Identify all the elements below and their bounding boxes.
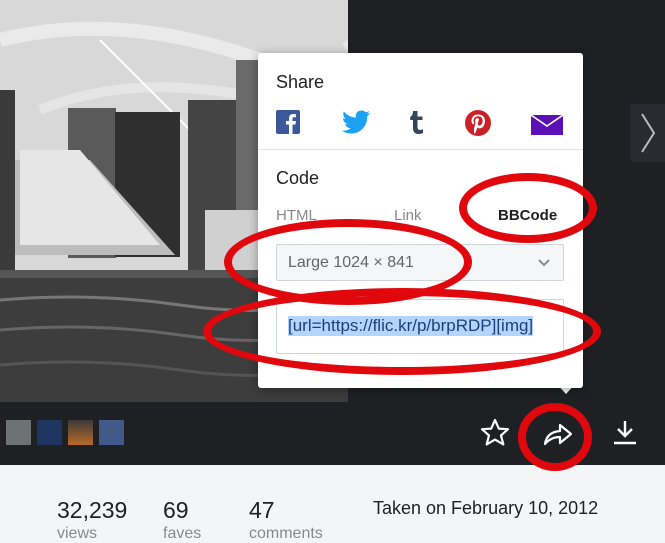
photo-stats: 32,239 views 69 faves 47 comments Taken …	[0, 465, 665, 543]
star-icon	[480, 418, 510, 446]
thumbnail[interactable]	[68, 420, 93, 445]
thumbnail[interactable]	[37, 420, 62, 445]
taken-on-date: Taken on February 10, 2012	[373, 498, 599, 518]
views-count: 32,239	[57, 497, 128, 523]
faves-count: 69	[163, 497, 189, 523]
chevron-down-icon	[538, 259, 550, 267]
next-photo-button[interactable]	[630, 104, 665, 162]
pinterest-icon	[465, 110, 491, 136]
annotation-ring-bbcode	[459, 173, 597, 243]
facebook-icon	[276, 110, 300, 134]
twitter-share-button[interactable]	[341, 109, 371, 135]
code-heading: Code	[276, 168, 320, 188]
email-icon	[530, 114, 564, 135]
pinterest-share-button[interactable]	[464, 109, 492, 136]
views-label: views	[57, 525, 98, 542]
tab-link[interactable]: Link	[394, 207, 422, 224]
download-icon	[614, 421, 636, 445]
thumbnail[interactable]	[99, 420, 124, 445]
annotation-ring-share	[518, 403, 592, 471]
tumblr-share-button[interactable]	[408, 109, 428, 135]
email-share-button[interactable]	[530, 114, 564, 141]
thumbnail[interactable]	[6, 420, 31, 445]
comments-label: comments	[249, 525, 323, 542]
twitter-icon	[341, 110, 370, 134]
fave-button[interactable]	[480, 418, 510, 451]
faves-stat: 69 faves	[163, 497, 201, 543]
comments-stat: 47 comments	[249, 497, 323, 543]
divider	[258, 149, 583, 150]
annotation-ring-code	[203, 288, 601, 375]
share-heading: Share	[276, 72, 325, 92]
views-stat: 32,239 views	[57, 497, 127, 543]
chevron-right-icon	[641, 113, 656, 153]
facebook-share-button[interactable]	[276, 109, 300, 135]
download-button[interactable]	[612, 418, 638, 451]
tumblr-icon	[410, 111, 423, 134]
comments-count: 47	[249, 497, 275, 523]
faves-label: faves	[163, 525, 202, 542]
